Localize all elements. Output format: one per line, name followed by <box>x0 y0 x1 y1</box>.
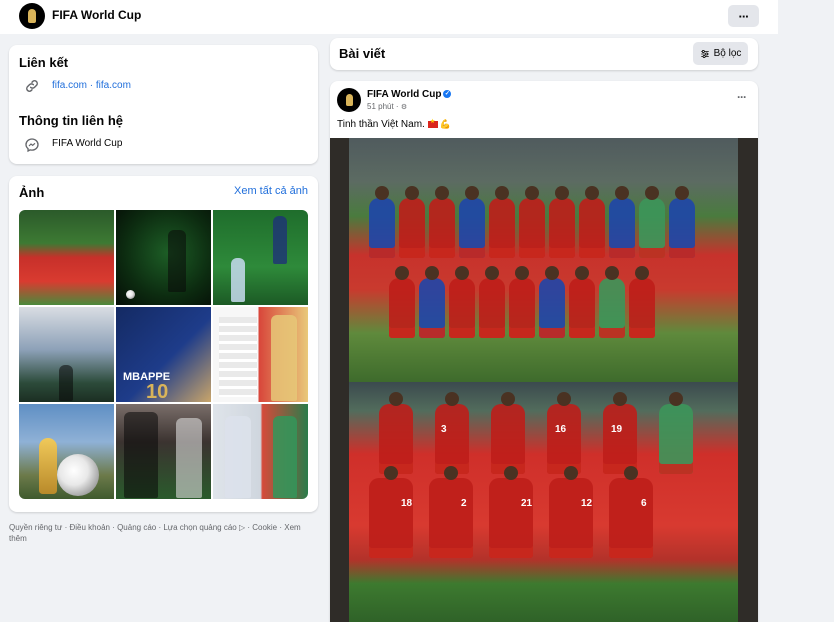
fifa-logo[interactable] <box>19 3 45 29</box>
page-name[interactable]: FIFA World Cup <box>52 8 141 22</box>
jersey-number: 2 <box>461 498 467 509</box>
photo-thumbnail[interactable] <box>19 404 114 499</box>
post-more-button[interactable]: ··· <box>737 90 747 104</box>
vietnam-flag-icon <box>427 118 438 128</box>
footer-links[interactable]: Quyền riêng tư · Điều khoản · Quảng cáo … <box>9 522 318 544</box>
jersey-number: 21 <box>521 498 533 509</box>
posts-title: Bài viết <box>339 46 386 61</box>
filter-label: Bộ lọc <box>713 48 742 59</box>
website-link[interactable]: fifa.com · fifa.com <box>52 80 131 91</box>
link-icon <box>26 80 38 92</box>
see-all-photos-link[interactable]: Xem tất cả ảnh <box>234 185 308 197</box>
photo-thumbnail[interactable] <box>213 404 308 499</box>
links-card: Liên kết fifa.com · fifa.com Thông tin l… <box>9 45 318 164</box>
posts-header-card: Bài viết Bộ lọc <box>330 38 758 70</box>
jersey-number: 6 <box>641 498 647 509</box>
messenger-icon <box>25 138 39 153</box>
jersey-number: 3 <box>441 424 447 435</box>
header-edge <box>778 0 834 34</box>
team-celebration-photo <box>349 138 738 382</box>
photos-card: Ảnh Xem tất cả ảnh MBAPPE 10 <box>9 176 318 512</box>
photo-thumbnail[interactable] <box>213 210 308 305</box>
post-author-avatar[interactable] <box>337 88 361 112</box>
filter-icon <box>700 49 709 58</box>
post-text: Tinh thần Việt Nam. 💪 <box>337 118 452 130</box>
page-header: FIFA World Cup ··· <box>0 0 834 34</box>
photo-thumbnail[interactable] <box>19 307 114 402</box>
photo-grid: MBAPPE 10 <box>19 210 308 499</box>
contact-title: Thông tin liên hệ <box>19 113 123 128</box>
verified-badge-icon: ✓ <box>443 90 452 99</box>
post-author-name[interactable]: FIFA World Cup <box>367 89 441 100</box>
team-lineup-photo: 3 16 19 18 2 21 12 6 <box>349 382 738 622</box>
photo-thumbnail[interactable] <box>19 210 114 305</box>
globe-icon: ⚙ <box>400 104 408 111</box>
photo-thumbnail[interactable] <box>116 210 211 305</box>
filter-button[interactable]: Bộ lọc <box>693 42 748 65</box>
photo-thumbnail[interactable]: MBAPPE 10 <box>116 307 211 402</box>
post-time-text[interactable]: 51 phút · <box>367 102 399 111</box>
flexed-bicep-icon: 💪 <box>439 119 452 129</box>
links-title: Liên kết <box>19 55 69 70</box>
jersey-number: 12 <box>581 498 593 509</box>
photo-thumbnail[interactable] <box>213 307 308 402</box>
messenger-contact[interactable]: FIFA World Cup <box>52 138 122 149</box>
mbappe-number: 10 <box>146 381 169 402</box>
post-author[interactable]: FIFA World Cup ✓ <box>367 89 452 100</box>
more-options-button[interactable]: ··· <box>728 5 759 27</box>
photos-title: Ảnh <box>19 185 45 200</box>
jersey-number: 19 <box>611 424 623 435</box>
post-image[interactable]: 3 16 19 18 2 21 12 6 <box>330 138 758 622</box>
photo-thumbnail[interactable] <box>116 404 211 499</box>
jersey-number: 18 <box>401 498 413 509</box>
post-timestamp[interactable]: 51 phút · ⚙ <box>367 102 407 111</box>
jersey-number: 16 <box>555 424 567 435</box>
post-card: FIFA World Cup ✓ 51 phút · ⚙ ··· Tinh thầ… <box>330 81 758 622</box>
post-caption: Tinh thần Việt Nam. <box>337 119 425 130</box>
